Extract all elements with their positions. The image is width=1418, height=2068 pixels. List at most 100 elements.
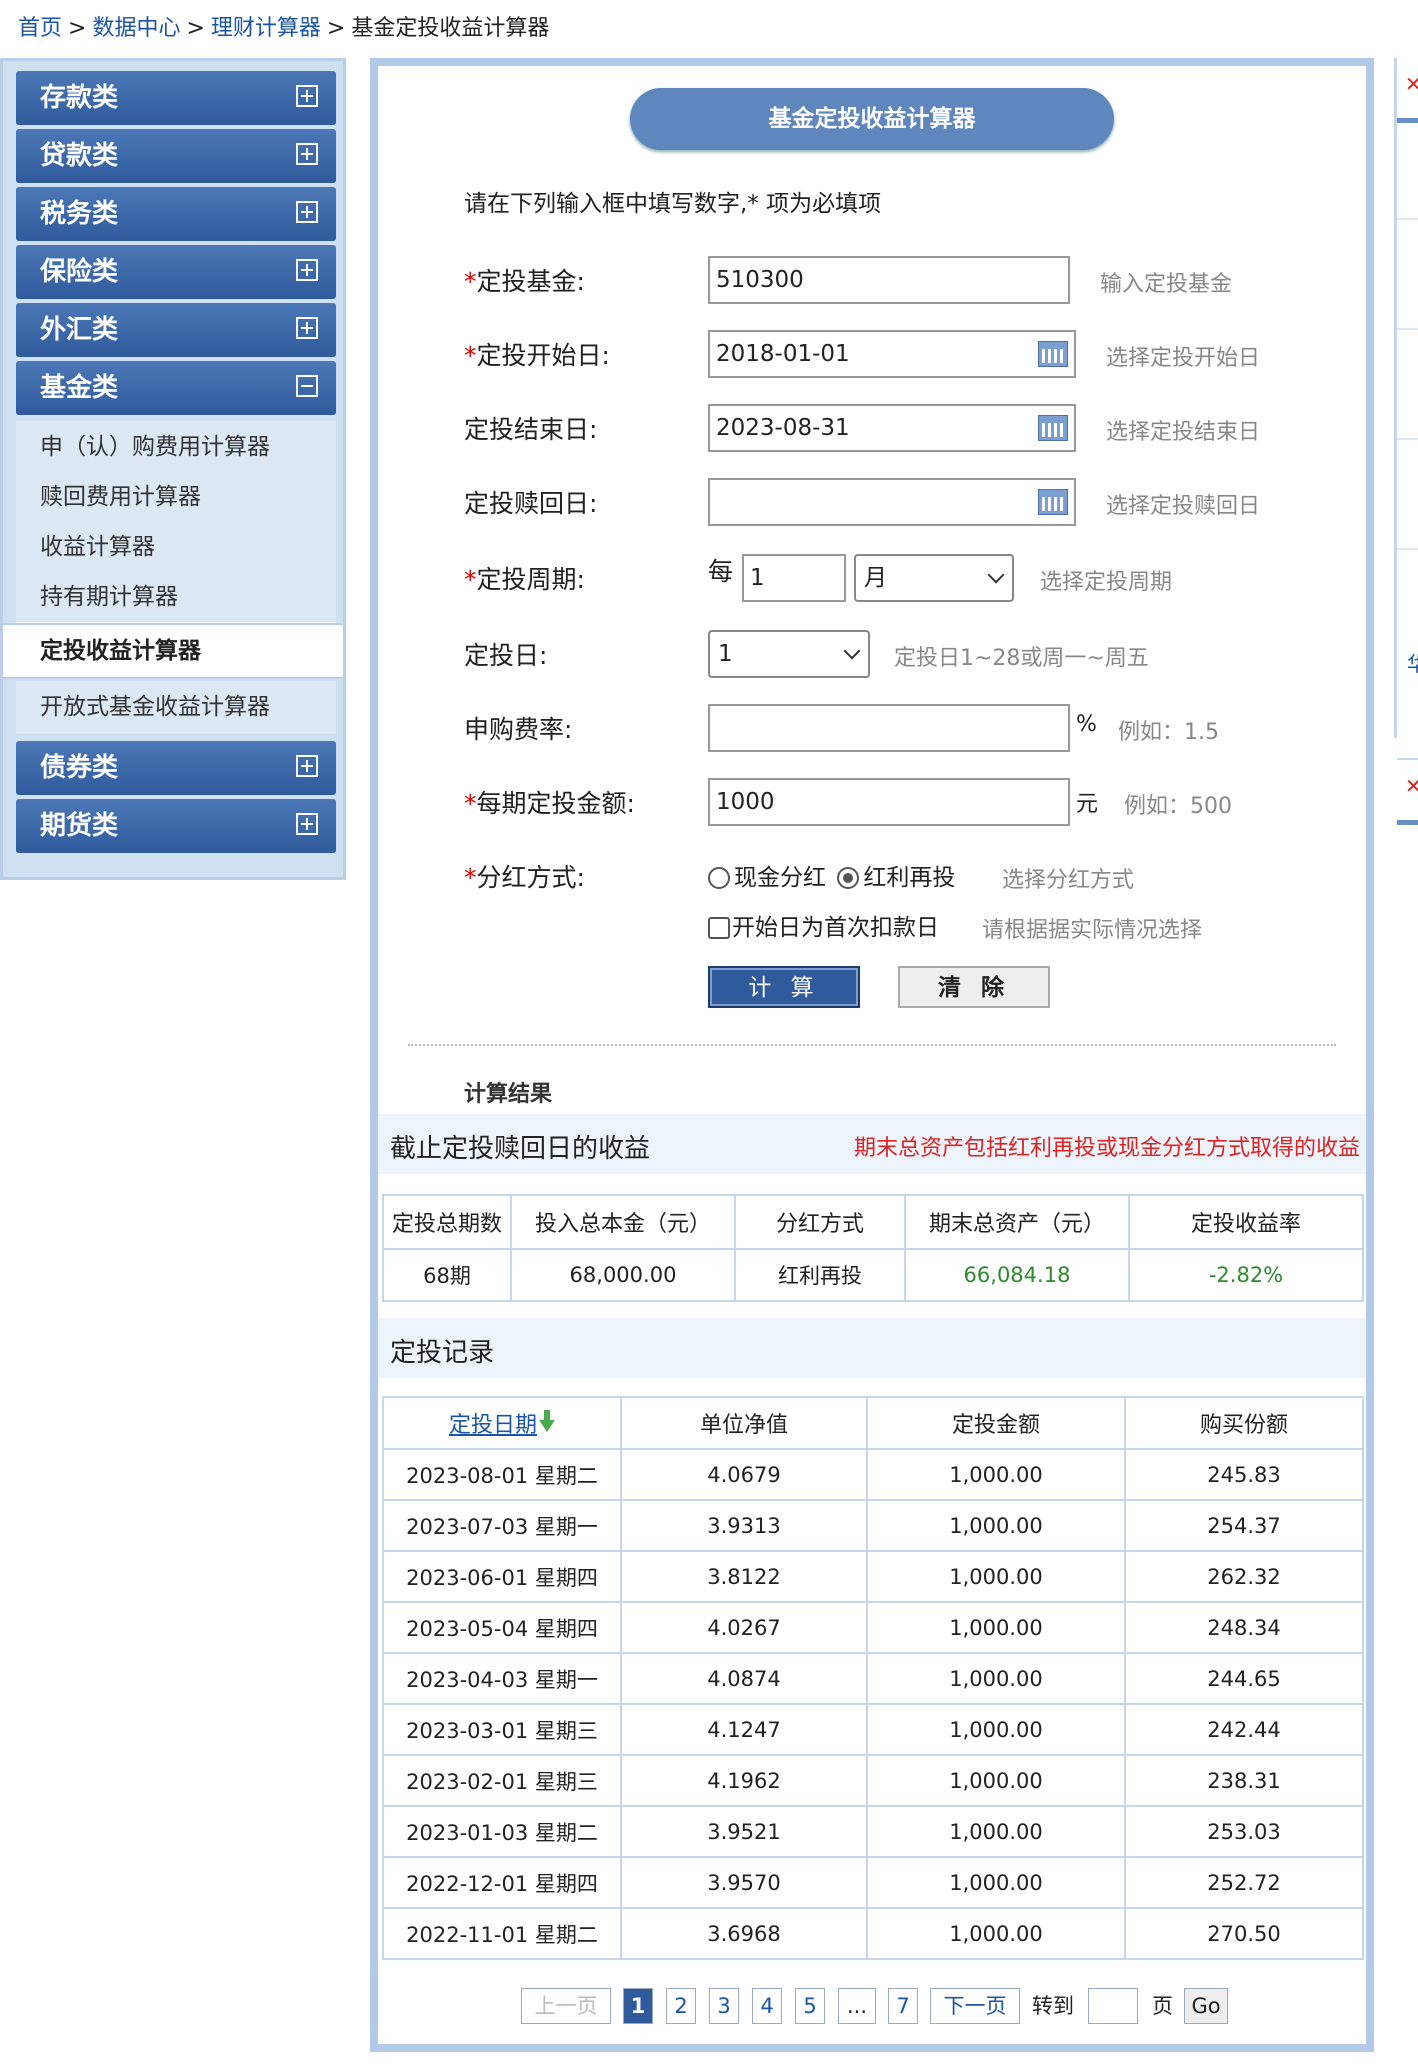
sidebar-item-redemption-fee[interactable]: 赎回费用计算器 [16, 471, 336, 523]
amount-input[interactable]: 1000 [708, 778, 1070, 826]
record-shares: 254.37 [1124, 1499, 1364, 1552]
calculate-button[interactable]: 计 算 [708, 966, 860, 1008]
sidebar-item-holding-period[interactable]: 持有期计算器 [16, 571, 336, 623]
invest-day-hint: 定投日1~28或周一~周五 [894, 646, 1149, 671]
start-date-label: *定投开始日: [464, 341, 610, 370]
dividend-hint: 选择分红方式 [1002, 868, 1135, 893]
fund-hint: 输入定投基金 [1100, 272, 1233, 297]
clear-button[interactable]: 清 除 [898, 966, 1050, 1008]
record-date: 2022-11-01 星期二 [382, 1907, 622, 1960]
expand-plus-icon[interactable] [296, 317, 318, 339]
close-icon[interactable]: ✕ [1405, 72, 1418, 96]
sidebar-category-insurance[interactable]: 保险类 [16, 245, 336, 299]
sidebar: 存款类 贷款类 税务类 保险类 外汇类 基金类 申（认）购费用计算器 赎回费用计… [0, 58, 346, 880]
page-4-button[interactable]: 4 [752, 1988, 782, 2024]
table-header-row: 定投日期 单位净值 定投金额 购买份额 [382, 1396, 1364, 1450]
page-3-button[interactable]: 3 [709, 1988, 739, 2024]
prev-page-button[interactable]: 上一页 [521, 1988, 611, 2024]
sidebar-category-futures[interactable]: 期货类 [16, 799, 336, 853]
table-row: 2023-06-01 星期四 3.8122 1,000.00 262.32 [382, 1550, 1364, 1603]
page-7-button[interactable]: 7 [888, 1988, 918, 2024]
goto-page-input[interactable] [1088, 1988, 1138, 2024]
page-unit-label: 页 [1152, 1994, 1173, 2018]
fee-rate-input[interactable] [708, 704, 1070, 752]
record-nav: 3.6968 [620, 1907, 868, 1960]
sidebar-category-fund[interactable]: 基金类 [16, 361, 336, 415]
expand-plus-icon[interactable] [296, 259, 318, 281]
result-bar-note: 期末总资产包括红利再投或现金分红方式取得的收益 [853, 1136, 1360, 1161]
divider [408, 1044, 1336, 1046]
record-nav: 4.1247 [620, 1703, 868, 1756]
end-date-label: 定投结束日: [464, 415, 598, 444]
amount-hint: 例如：500 [1124, 794, 1232, 819]
go-button[interactable]: Go [1184, 1988, 1228, 2024]
breadcrumb-home[interactable]: 首页 [18, 16, 62, 41]
amount-label: *每期定投金额: [464, 789, 635, 818]
record-amount: 1,000.00 [866, 1754, 1126, 1807]
sidebar-category-deposit[interactable]: 存款类 [16, 71, 336, 125]
collapse-minus-icon[interactable] [296, 375, 318, 397]
radio-cash-dividend[interactable] [708, 867, 730, 889]
end-date-hint: 选择定投结束日 [1106, 420, 1261, 445]
table-row: 2023-07-03 星期一 3.9313 1,000.00 254.37 [382, 1499, 1364, 1552]
period-label: *定投周期: [464, 565, 585, 594]
sidebar-item-sip-return[interactable]: 定投收益计算器 [3, 623, 343, 679]
expand-plus-icon[interactable] [296, 755, 318, 777]
sort-down-arrow-icon[interactable] [539, 1410, 555, 1432]
record-nav: 4.1962 [620, 1754, 868, 1807]
sidebar-category-bond[interactable]: 债券类 [16, 741, 336, 795]
calendar-icon[interactable] [1038, 415, 1068, 441]
record-date: 2023-07-03 星期一 [382, 1499, 622, 1552]
redeem-date-input[interactable] [708, 478, 1076, 526]
next-page-button[interactable]: 下一页 [930, 1988, 1020, 2024]
period-unit-select[interactable]: 月 [854, 554, 1014, 602]
expand-plus-icon[interactable] [296, 143, 318, 165]
sidebar-item-return-calc[interactable]: 收益计算器 [16, 521, 336, 573]
calendar-icon[interactable] [1038, 341, 1068, 367]
expand-plus-icon[interactable] [296, 813, 318, 835]
expand-plus-icon[interactable] [296, 201, 318, 223]
sidebar-item-subscription-fee[interactable]: 申（认）购费用计算器 [16, 421, 336, 473]
breadcrumb-data-center[interactable]: 数据中心 [92, 16, 180, 41]
invest-day-select[interactable]: 1 [708, 630, 870, 678]
sidebar-category-forex[interactable]: 外汇类 [16, 303, 336, 357]
table-row: 2023-08-01 星期二 4.0679 1,000.00 245.83 [382, 1448, 1364, 1501]
breadcrumb-calculator[interactable]: 理财计算器 [211, 16, 321, 41]
record-date: 2023-02-01 星期三 [382, 1754, 622, 1807]
radio-reinvest-dividend[interactable] [837, 867, 860, 889]
dividend-options: 现金分红 红利再投 [708, 858, 955, 892]
sort-date-link[interactable]: 定投日期 [449, 1413, 537, 1438]
sidebar-category-loan[interactable]: 贷款类 [16, 129, 336, 183]
sidebar-category-tax[interactable]: 税务类 [16, 187, 336, 241]
table-header: 定投收益率 [1128, 1194, 1364, 1250]
start-date-input[interactable]: 2018-01-01 [708, 330, 1076, 378]
period-prefix: 每 [708, 557, 734, 586]
fee-rate-hint: 例如：1.5 [1118, 720, 1219, 745]
period-count-input[interactable]: 1 [742, 554, 846, 602]
first-debit-checkbox-row[interactable]: 开始日为首次扣款日 [708, 908, 939, 942]
record-nav: 4.0874 [620, 1652, 868, 1705]
records-body: 2023-08-01 星期二 4.0679 1,000.00 245.83 2023-0… [382, 1448, 1364, 1960]
record-amount: 1,000.00 [866, 1907, 1126, 1960]
record-amount: 1,000.00 [866, 1601, 1126, 1654]
record-nav: 3.9521 [620, 1805, 868, 1858]
record-nav: 4.0679 [620, 1448, 868, 1501]
record-shares: 238.31 [1124, 1754, 1364, 1807]
right-panel-edge: ✕ 华 ✕ [1394, 58, 1418, 825]
page-5-button[interactable]: 5 [795, 1988, 825, 2024]
page-2-button[interactable]: 2 [666, 1988, 696, 2024]
table-row: 2023-04-03 星期一 4.0874 1,000.00 244.65 [382, 1652, 1364, 1705]
expand-plus-icon[interactable] [296, 85, 318, 107]
record-shares: 248.34 [1124, 1601, 1364, 1654]
end-date-input[interactable]: 2023-08-31 [708, 404, 1076, 452]
chevron-down-icon [843, 642, 861, 660]
breadcrumb-current: 基金定投收益计算器 [351, 16, 550, 41]
fund-code-input[interactable]: 510300 [708, 256, 1070, 304]
calendar-icon[interactable] [1038, 489, 1068, 515]
sidebar-item-open-fund-return[interactable]: 开放式基金收益计算器 [16, 681, 336, 733]
first-debit-checkbox[interactable] [708, 917, 730, 939]
sort-date-header[interactable]: 定投日期 [382, 1396, 622, 1450]
close-icon[interactable]: ✕ [1405, 774, 1418, 798]
page-1-button[interactable]: 1 [623, 1988, 653, 2024]
record-date: 2023-01-03 星期二 [382, 1805, 622, 1858]
